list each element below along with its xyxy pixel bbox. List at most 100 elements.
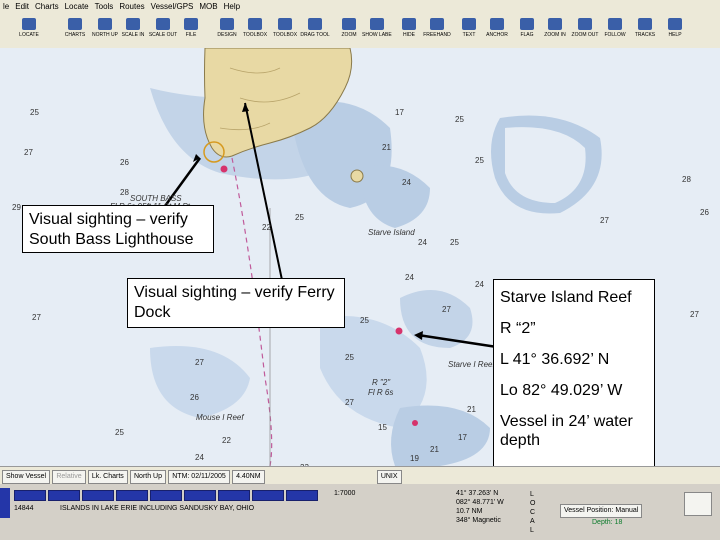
progress-segment	[14, 490, 46, 501]
cursor-longitude: 082° 48.771' W	[456, 499, 504, 506]
chart-place-label: Starve I Reef	[448, 360, 495, 369]
menu-item-6[interactable]: Vessel/GPS	[148, 2, 197, 11]
menu-item-8[interactable]: Help	[221, 2, 243, 11]
toolbar-button-locate[interactable]: LOCATE	[14, 16, 44, 46]
zoom-icon	[340, 16, 358, 32]
toolbar-label: LOCATE	[19, 32, 39, 38]
progress-segment	[218, 490, 250, 501]
toolbar-button-scale-out[interactable]: SCALE OUT	[148, 16, 178, 46]
toolbar-button-help[interactable]: HELP	[660, 16, 690, 46]
ntm-date: NTM: 02/11/2005	[168, 470, 230, 484]
reef-buoy-marker[interactable]	[395, 327, 403, 335]
toolbar-label: TOOLBOX	[272, 32, 298, 38]
help-icon	[666, 16, 684, 32]
toolbar-button-flag[interactable]: FLAG	[512, 16, 542, 46]
depth-sounding: 29	[12, 203, 21, 212]
lighthouse-marker[interactable]	[220, 165, 228, 173]
zoom-out-icon	[576, 16, 594, 32]
chart-id: 14844	[14, 505, 34, 512]
toolbox-icon	[246, 16, 264, 32]
depth-sounding: 15	[378, 423, 387, 432]
toolbar-button-scale-in[interactable]: SCALE IN	[118, 16, 148, 46]
locate-icon	[20, 16, 38, 32]
hand-icon	[306, 16, 324, 32]
toolbar-button-zoom-out[interactable]: ZOOM OUT	[570, 16, 600, 46]
toolbar-button-follow[interactable]: FOLLOW	[600, 16, 630, 46]
toolbar-button-zoom[interactable]: ZOOM	[334, 16, 364, 46]
callout-ferry-dock: Visual sighting – verify Ferry Dock	[127, 278, 345, 328]
toolbar-button-file[interactable]: FILE	[176, 16, 206, 46]
nautical-chart[interactable]: 2527292628292225211725252424252424272826…	[0, 48, 720, 466]
depth-sounding: 25	[455, 115, 464, 124]
menu-item-7[interactable]: MOB	[196, 2, 220, 11]
toolbar-button-anchor[interactable]: ANCHOR	[482, 16, 512, 46]
toolbar-button-north-up[interactable]: NORTH UP	[90, 16, 120, 46]
menu-item-5[interactable]: Routes	[116, 2, 147, 11]
toolbox-icon	[276, 16, 294, 32]
toolbar-button-text[interactable]: TEXT	[454, 16, 484, 46]
toolbar-button-toolbox[interactable]: TOOLBOX	[270, 16, 300, 46]
toolbar-label: FREEHAND	[423, 32, 451, 38]
toolbar-label: SCALE OUT	[148, 32, 178, 38]
toolbar-button-tracks[interactable]: TRACKS	[630, 16, 660, 46]
relative-toggle[interactable]: Relative	[52, 470, 86, 484]
menu-item-3[interactable]: Locate	[62, 2, 92, 11]
depth-sounding: 24	[195, 453, 204, 462]
toolbar-label: TRACKS	[634, 32, 656, 38]
toolbar-label: HELP	[668, 32, 682, 38]
progress-segment	[82, 490, 114, 501]
toolbar-button-zoom-in[interactable]: ZOOM IN	[540, 16, 570, 46]
depth-sounding: 24	[475, 280, 484, 289]
chart-place-label: Starve Island	[368, 228, 415, 237]
depth-sounding: 28	[682, 175, 691, 184]
chart-options-bar: Show Vessel Relative Lk. Charts North Up…	[0, 466, 720, 485]
depth-sounding: 19	[410, 454, 419, 463]
lk-charts-checkbox[interactable]: Lk. Charts	[87, 470, 128, 484]
toolbar-button-design[interactable]: DESIGN	[212, 16, 242, 46]
progress-segment	[184, 490, 216, 501]
menu-item-0[interactable]: le	[0, 2, 12, 11]
depth-sounding: 21	[430, 445, 439, 454]
toolbar-label: SCALE IN	[121, 32, 145, 38]
toolbar-button-charts[interactable]: CHARTS	[60, 16, 90, 46]
scale-out-icon	[154, 16, 172, 32]
depth-sounding: 27	[600, 216, 609, 225]
toolbar: LOCATE CHARTS NORTH UP SCALE IN SCALE OUT FIL…	[0, 14, 720, 49]
pause-button[interactable]	[684, 492, 712, 516]
display-mode[interactable]: UNIX	[376, 470, 402, 484]
depth-sounding: 26	[190, 393, 199, 402]
toolbar-button-hide[interactable]: HIDE	[394, 16, 424, 46]
menu-item-4[interactable]: Tools	[92, 2, 117, 11]
orientation-select[interactable]: North Up	[130, 470, 167, 484]
depth-sounding: 26	[120, 158, 129, 167]
toolbar-label: ZOOM IN	[544, 32, 566, 38]
depth-sounding: 27	[32, 313, 41, 322]
depth-sounding: 25	[450, 238, 459, 247]
depth-sounding: 21	[382, 143, 391, 152]
depth-sounding: 17	[395, 108, 404, 117]
menu-item-1[interactable]: Edit	[12, 2, 32, 11]
labels-icon	[368, 16, 386, 32]
status-icon	[0, 488, 10, 518]
toolbar-label: CHARTS	[64, 32, 86, 38]
toolbar-label: ZOOM	[341, 32, 357, 38]
tracks-icon	[636, 16, 654, 32]
file-icon	[182, 16, 200, 32]
chart-scale: 1:7000	[334, 490, 356, 497]
toolbar-button-toolbox[interactable]: TOOLBOX	[240, 16, 270, 46]
toolbar-label: DESIGN	[217, 32, 237, 38]
chart-place-label: Mouse I Reef	[196, 413, 244, 422]
show-vessel-checkbox[interactable]: Show Vessel	[2, 470, 51, 484]
cursor-range: 10.7 NM	[456, 508, 483, 515]
toolbar-button-labels[interactable]: SHOW LABELS	[362, 16, 392, 46]
depth-sounding: 22	[262, 223, 271, 232]
buoy-marker[interactable]	[412, 420, 418, 426]
chart-place-label: R "2"	[372, 378, 391, 387]
toolbar-button-hand[interactable]: DRAG TOOL	[300, 16, 330, 46]
depth-sounding: 28	[120, 188, 129, 197]
depth-sounding: 25	[30, 108, 39, 117]
toolbar-button-freehand[interactable]: FREEHAND	[422, 16, 452, 46]
vessel-depth-note: Vessel in 24’ water depth	[500, 413, 633, 449]
vessel-position-menu[interactable]: Vessel Position: Manual	[560, 504, 643, 518]
menu-item-2[interactable]: Charts	[32, 2, 62, 11]
